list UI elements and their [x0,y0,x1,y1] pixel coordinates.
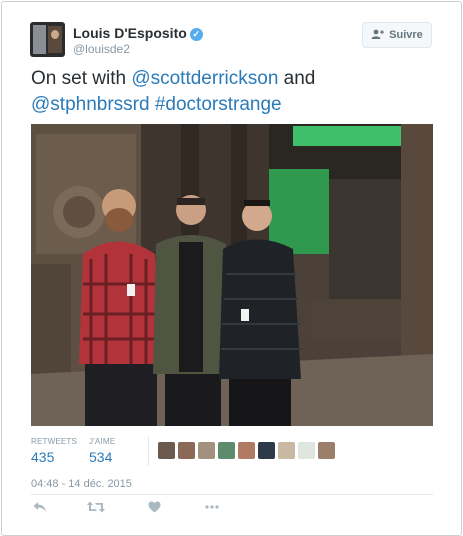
likers-avatars [158,442,335,459]
likes-stat[interactable]: J'AIME 534 [89,437,115,465]
tweet-photo-image [31,124,433,426]
mention-link-stphnbrssrd[interactable]: @stphnbrssrd [31,94,150,115]
heart-icon[interactable] [145,499,163,515]
liker-avatar[interactable] [298,442,315,459]
liker-avatar[interactable] [198,442,215,459]
mention-link-scottderrickson[interactable]: @scottderrickson [131,68,278,89]
retweets-count[interactable]: 435 [31,449,77,465]
follow-button[interactable]: Suivre [362,22,432,48]
follow-label: Suivre [389,29,423,41]
avatar-figure-left [33,25,46,54]
actions-divider [31,494,433,495]
tweet-text-middle: and [278,68,316,89]
liker-avatar[interactable] [318,442,335,459]
author-handle[interactable]: @louisde2 [73,42,130,56]
avatar-face [51,30,59,39]
author-avatar[interactable] [30,22,65,57]
author-name[interactable]: Louis D'Esposito [73,25,187,41]
author-name-row[interactable]: Louis D'Esposito ✓ [73,25,203,41]
liker-avatar[interactable] [158,442,175,459]
likes-count[interactable]: 534 [89,449,115,465]
add-user-icon [371,29,385,42]
tweet-photo[interactable] [31,124,433,426]
liker-avatar[interactable] [218,442,235,459]
reply-icon[interactable] [31,499,49,515]
retweets-label: RETWEETS [31,437,78,446]
liker-avatar[interactable] [178,442,195,459]
liker-avatar[interactable] [258,442,275,459]
verified-check-icon: ✓ [189,28,203,41]
retweets-stat[interactable]: RETWEETS 435 [31,437,77,465]
tweet-text-prefix: On set with [31,68,132,89]
retweet-icon[interactable] [87,499,105,515]
tweet-timestamp[interactable]: 04:48 - 14 déc. 2015 [31,478,132,490]
tweet-text: On set with @scottderrickson and @stphnb… [31,66,441,118]
hashtag-link-doctorstrange[interactable]: #doctorstrange [155,94,282,115]
liker-avatar[interactable] [278,442,295,459]
liker-avatar[interactable] [238,442,255,459]
more-icon[interactable] [203,499,221,515]
stats-divider [148,436,149,466]
likes-label: J'AIME [89,437,116,446]
